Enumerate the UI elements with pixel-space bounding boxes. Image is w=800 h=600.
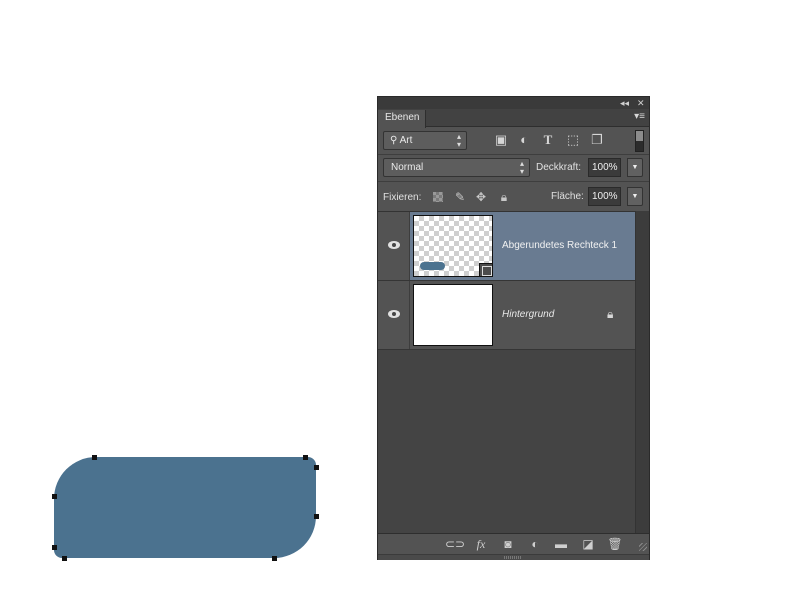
mask-icon[interactable]: ◙ [500,537,516,551]
search-icon: ⚲ [390,135,398,146]
anchor-point[interactable] [272,556,277,561]
type-filter-icon[interactable]: T [540,132,556,148]
anchor-point[interactable] [314,465,319,470]
panel-menu-icon[interactable]: ▾≡ [634,112,645,122]
fill-dropdown-button[interactable]: ▼ [627,187,643,206]
filter-kind-label: Art [399,135,413,146]
shape-layer-badge-icon [479,263,493,277]
image-filter-icon[interactable]: ▣ [493,132,509,148]
group-folder-icon[interactable]: ▬ [553,537,569,551]
lock-label: Fixieren: [383,192,422,203]
lock-icon: 🔒︎ [607,307,614,321]
grip-dots [504,556,522,559]
fx-icon[interactable]: fx [473,537,489,551]
eye-icon [388,310,400,318]
link-layers-icon[interactable]: ⊂⊃ [445,537,465,551]
layer-name[interactable]: Hintergrund [502,309,554,320]
layer-thumbnail[interactable] [413,215,493,277]
lock-all-icon[interactable]: 🔒︎ [497,190,511,204]
lock-image-pixels-icon[interactable]: ✎ [453,190,467,204]
trash-icon[interactable]: 🗑︎ [607,537,623,551]
close-icon[interactable]: ✕ [637,97,645,109]
anchor-point[interactable] [52,545,57,550]
eye-icon [388,241,400,249]
opacity-dropdown-button[interactable]: ▼ [627,158,643,177]
visibility-toggle[interactable] [378,281,410,349]
blend-mode-value: Normal [391,162,424,173]
panel-titlebar[interactable]: ◂◂ ✕ [378,97,649,109]
adjustment-filter-icon[interactable]: ◐ [516,132,532,148]
layers-panel: ◂◂ ✕ Ebenen ▾≡ ⚲ Art ▴ ▾ ▣ ◐ T ⬚ ❐ Normal… [377,96,650,560]
lock-transparent-pixels-icon[interactable] [433,192,443,202]
resize-grip-icon[interactable] [639,543,647,551]
toggle-knob [636,131,643,141]
layers-scrollbar[interactable] [635,211,649,533]
anchor-point[interactable] [92,455,97,460]
anchor-point[interactable] [62,556,67,561]
tab-layers[interactable]: Ebenen [378,110,426,128]
adjustment-layer-icon[interactable]: ◐ [527,537,543,551]
fill-label: Fläche: [551,191,584,202]
anchor-point[interactable] [52,494,57,499]
layer-row-background[interactable]: Hintergrund 🔒︎ [378,281,635,350]
panel-footer: ⊂⊃ fx ◙ ◐ ▬ ◪ 🗑︎ [378,533,649,554]
visibility-toggle[interactable] [378,212,410,280]
fill-field[interactable]: 100% [588,187,621,206]
filter-row: ⚲ Art ▴ ▾ ▣ ◐ T ⬚ ❐ [378,128,649,155]
blend-row: Normal ▴ ▾ Deckkraft: 100% ▼ [378,155,649,182]
layer-name[interactable]: Abgerundetes Rechteck 1 [502,240,617,251]
opacity-label: Deckkraft: [536,162,582,173]
layer-thumbnail[interactable] [413,284,493,346]
anchor-point[interactable] [314,514,319,519]
layers-list: Abgerundetes Rechteck 1 Hintergrund 🔒︎ [378,211,635,533]
thumbnail-shape-preview [420,262,445,270]
lock-row: Fixieren: ✎ ✥ 🔒︎ Fläche: 100% ▼ [378,183,649,211]
tab-row: Ebenen ▾≡ [378,109,649,128]
lock-position-icon[interactable]: ✥ [474,190,488,204]
blend-mode-select[interactable]: Normal ▴ ▾ [383,158,530,177]
updown-icon: ▴ ▾ [519,159,524,176]
smart-object-filter-icon[interactable]: ❐ [589,132,605,148]
shape-filter-icon[interactable]: ⬚ [565,132,581,148]
anchor-point[interactable] [303,455,308,460]
new-layer-icon[interactable]: ◪ [580,537,596,551]
panel-bottom-grip[interactable] [378,554,649,560]
filter-toggle[interactable] [635,130,644,152]
collapse-icon[interactable]: ◂◂ [620,97,629,109]
updown-icon: ▴ ▾ [456,132,461,149]
rounded-rectangle-shape[interactable] [54,457,316,558]
layer-row-rounded-rectangle[interactable]: Abgerundetes Rechteck 1 [378,212,635,281]
filter-kind-select[interactable]: ⚲ Art ▴ ▾ [383,131,467,150]
opacity-field[interactable]: 100% [588,158,621,177]
